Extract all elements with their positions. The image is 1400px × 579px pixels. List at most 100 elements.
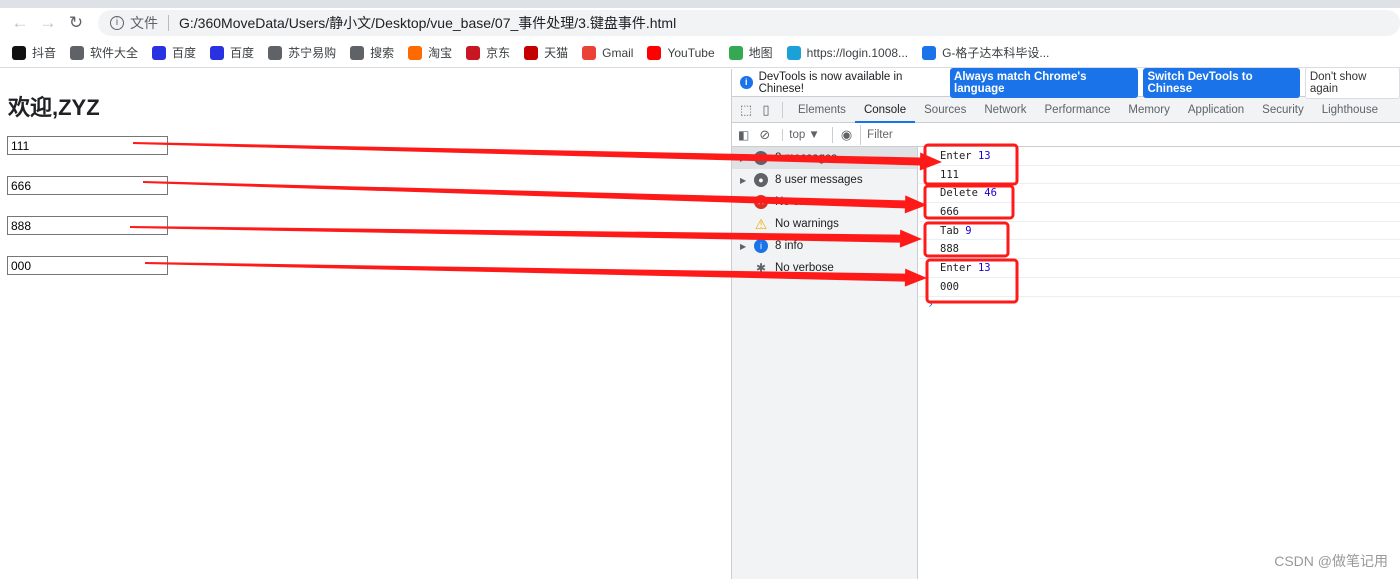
filter-input[interactable]: Filter [860, 124, 1400, 145]
divider [168, 15, 169, 31]
bookmark-item[interactable]: 苏宁易购 [268, 44, 336, 61]
inspect-element-icon[interactable]: ⬚ [736, 102, 756, 118]
back-button[interactable]: ← [6, 13, 34, 33]
device-toggle-icon[interactable]: ▯ [756, 102, 776, 118]
bookmark-item[interactable]: 抖音 [12, 44, 56, 61]
baidu-paw-icon [210, 45, 225, 60]
sidebar-errors[interactable]: ✕ No errors [732, 191, 917, 213]
address-row: ← → ↻ i 文件 G:/360MoveData/Users/静小文/Desk… [0, 8, 1400, 38]
forward-button[interactable]: → [34, 13, 62, 33]
page-content: 欢迎,ZYZ [0, 69, 731, 579]
chinamobile-icon [786, 45, 801, 60]
bookmark-label: YouTube [667, 45, 715, 60]
watermark: CSDN @做笔记用 [1274, 553, 1388, 569]
info-icon[interactable]: i [110, 16, 124, 30]
dont-show-again-button[interactable]: Don't show again [1304, 66, 1400, 99]
sidebar-toggle-icon[interactable]: ◧ [738, 128, 749, 142]
gezida-icon [922, 45, 937, 60]
bookmark-label: Gmail [602, 45, 634, 60]
bookmark-item[interactable]: 搜索 [350, 44, 394, 61]
live-expression-eye-icon[interactable]: ◉ [831, 126, 852, 143]
text-input-2[interactable] [7, 176, 168, 195]
bug-icon: ✱ [755, 261, 767, 275]
key-code: 13 [977, 262, 991, 275]
console-log: Enter 13 111 Delete 46 666 Tab 9 888 Enter 13 0… [919, 147, 1400, 579]
reload-button[interactable]: ↻ [62, 13, 90, 33]
bookmark-label: 淘宝 [428, 46, 453, 60]
user-icon: ● [754, 173, 768, 187]
tab-console[interactable]: Console [854, 97, 916, 123]
baidu-paw-icon [152, 45, 167, 60]
console-entry-value: 666 [919, 203, 1400, 222]
devtools-tabs: ⬚ ▯ Elements Console Sources Network Perform… [732, 97, 1400, 123]
gmail-icon [582, 45, 597, 60]
douyin-icon [12, 45, 26, 60]
tab-memory[interactable]: Memory [1119, 97, 1179, 123]
youtube-icon [647, 45, 662, 60]
bookmark-item[interactable]: YouTube [647, 45, 715, 60]
bookmark-label: 京东 [486, 46, 511, 60]
console-entry-value: 000 [919, 278, 1400, 297]
console-entry-key: Enter 13 [919, 259, 1400, 278]
jd-icon [466, 45, 481, 60]
sidebar-user-messages[interactable]: ▶ ● 8 user messages [732, 169, 917, 191]
bookmark-label: 天猫 [544, 46, 569, 60]
address-prefix: 文件 [130, 15, 158, 31]
bookmark-item[interactable]: 天猫 [524, 44, 568, 61]
url-text[interactable]: G:/360MoveData/Users/静小文/Desktop/vue_bas… [179, 13, 676, 33]
sidebar-label: 8 user messages [775, 174, 863, 186]
taobao-icon [408, 45, 423, 60]
sidebar-info[interactable]: ▶ i 8 info [732, 235, 917, 257]
bookmark-label: 百度 [230, 46, 255, 60]
bookmark-item[interactable]: Gmail [582, 45, 634, 60]
bookmark-item[interactable]: 淘宝 [408, 44, 452, 61]
bookmark-item[interactable]: G-格子达本科毕设... [922, 44, 1049, 61]
maps-icon [728, 45, 743, 60]
console-prompt[interactable]: › [919, 297, 1400, 311]
bookmark-label: 苏宁易购 [288, 46, 337, 60]
bookmark-item[interactable]: 地图 [728, 44, 773, 61]
console-toolbar: ◧ ⊘ top ▼ ◉ Filter [732, 123, 1400, 147]
key-name: Enter [940, 262, 972, 275]
bookmark-item[interactable]: 京东 [466, 44, 510, 61]
sidebar-messages[interactable]: ▶ ≡ 8 messages [732, 147, 917, 169]
sidebar-verbose[interactable]: ✱ No verbose [732, 257, 917, 279]
bookmark-item[interactable]: https://login.1008... [786, 45, 908, 60]
warning-icon: ⚠ [754, 216, 768, 232]
address-bar[interactable]: i 文件 G:/360MoveData/Users/静小文/Desktop/vu… [98, 10, 1400, 36]
text-input-3[interactable] [7, 216, 168, 235]
tab-security[interactable]: Security [1253, 97, 1313, 123]
key-code: 46 [984, 187, 997, 200]
switch-chinese-button[interactable]: Switch DevTools to Chinese [1143, 67, 1300, 98]
bookmark-item[interactable]: 百度 [210, 44, 254, 61]
bookmark-label: G-格子达本科毕设... [942, 46, 1050, 60]
clear-console-icon[interactable]: ⊘ [759, 127, 770, 143]
bookmark-item[interactable]: 百度 [152, 44, 196, 61]
sidebar-label: 8 info [775, 240, 804, 252]
infobar-text: DevTools is now available in Chinese! [758, 70, 903, 95]
tab-application[interactable]: Application [1179, 97, 1253, 123]
info-icon: i [740, 76, 753, 89]
text-input-4[interactable] [7, 256, 168, 275]
language-infobar: i DevTools is now available in Chinese! … [732, 66, 1400, 99]
tab-sources[interactable]: Sources [915, 97, 975, 123]
match-language-button[interactable]: Always match Chrome's language [950, 67, 1139, 98]
sidebar-label: No warnings [775, 218, 839, 230]
key-code: 9 [965, 224, 972, 237]
expand-arrow-icon: ▶ [740, 241, 747, 251]
tab-lighthouse[interactable]: Lighthouse [1313, 97, 1387, 123]
sidebar-label: 8 messages [775, 152, 838, 164]
console-sidebar: ▶ ≡ 8 messages ▶ ● 8 user messages ✕ No error… [732, 147, 918, 579]
tab-network[interactable]: Network [975, 97, 1035, 123]
bookmark-label: 地图 [748, 46, 773, 60]
console-entry-key: Tab 9 [919, 222, 1400, 241]
error-icon: ✕ [754, 195, 768, 209]
bookmark-item[interactable]: 软件大全 [70, 44, 138, 61]
bookmark-label: 软件大全 [90, 46, 139, 60]
tab-performance[interactable]: Performance [1036, 97, 1120, 123]
tab-elements[interactable]: Elements [789, 97, 855, 123]
context-selector[interactable]: top ▼ [782, 128, 820, 141]
bookmark-label: 百度 [172, 46, 197, 60]
text-input-1[interactable] [7, 136, 168, 155]
sidebar-warnings[interactable]: ⚠ No warnings [732, 213, 917, 235]
